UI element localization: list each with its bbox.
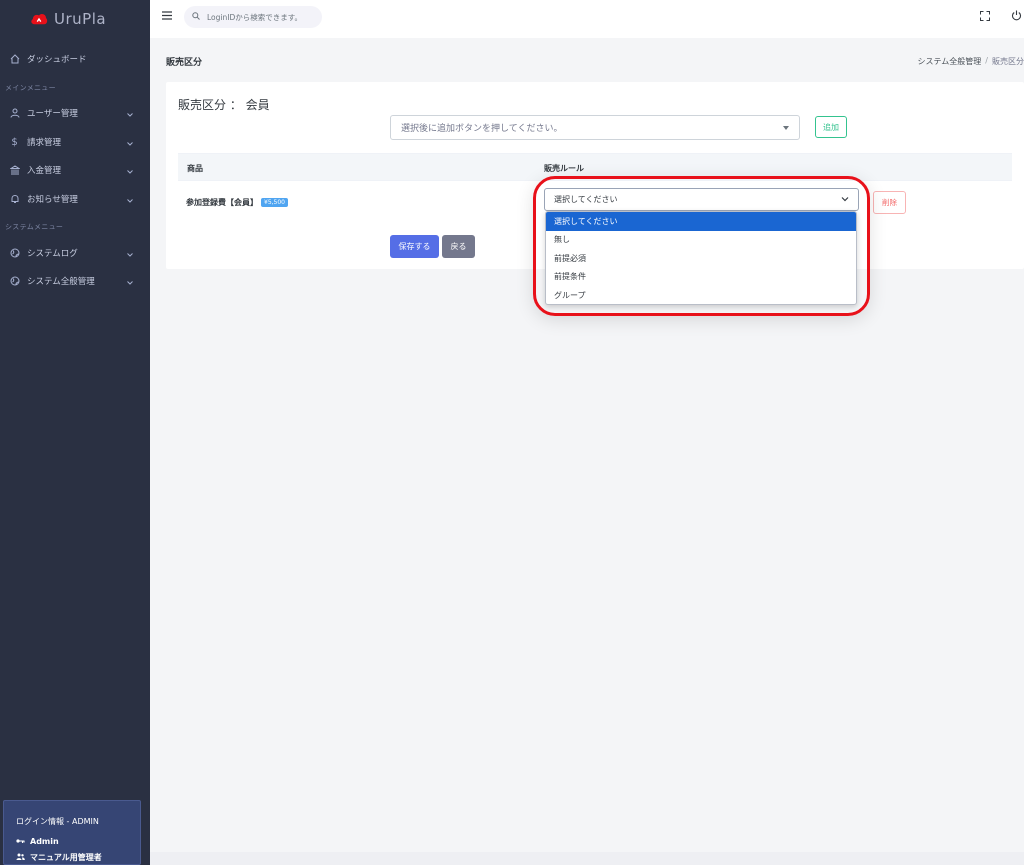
login-user-row: Admin: [16, 837, 59, 846]
card-title: 販売区分 ： 会員: [178, 98, 270, 112]
add-button[interactable]: 追加: [815, 116, 847, 138]
sales-rule-dropdown-list: 選択してください 無し 前提必須 前提条件 グループ: [545, 211, 857, 305]
column-header-product: 商品: [187, 164, 203, 173]
login-info-panel: ログイン情報 - ADMIN Admin マニュアル用管理者: [3, 800, 141, 865]
sidebar-item-billing[interactable]: $ 請求管理: [0, 131, 150, 153]
sales-rule-select[interactable]: 選択してください: [544, 188, 859, 211]
sidebar-item-label: システムログ: [27, 249, 78, 259]
table-header: 商品 販売ルール: [178, 153, 1012, 181]
footer: [150, 852, 1024, 865]
search-input[interactable]: LoginIDから検索できます。: [184, 6, 322, 28]
caret-down-icon: [783, 126, 789, 130]
save-button[interactable]: 保存する: [390, 235, 439, 258]
chevron-down-icon: [127, 167, 133, 177]
login-role-row: マニュアル用管理者: [16, 852, 102, 863]
chevron-down-icon: [127, 110, 133, 120]
add-product-select[interactable]: 選択後に追加ボタンを押してください。: [390, 115, 800, 140]
chevron-down-icon: [127, 139, 133, 149]
key-icon: [16, 837, 25, 846]
section-main-menu: メインメニュー: [5, 84, 56, 92]
breadcrumb: システム全般管理 / 販売区分: [918, 56, 1024, 67]
column-header-sales-rule: 販売ルール: [544, 164, 584, 173]
chevron-down-icon: [127, 278, 133, 288]
bank-icon: [9, 165, 20, 176]
topbar: LoginIDから検索できます。: [150, 0, 1024, 38]
dropdown-option[interactable]: 前提条件: [546, 268, 856, 287]
cloud-logo-icon: [31, 14, 48, 25]
page-title: 販売区分: [166, 58, 203, 68]
breadcrumb-current: 販売区分: [992, 57, 1024, 66]
search-placeholder: LoginIDから検索できます。: [207, 12, 302, 22]
sidebar-item-label: ダッシュボード: [27, 55, 87, 65]
chevron-down-icon: [127, 250, 133, 260]
breadcrumb-separator: /: [985, 56, 988, 65]
sidebar-item-system-general[interactable]: システム全般管理: [0, 270, 150, 292]
hamburger-menu-icon[interactable]: [162, 11, 172, 21]
user-icon: [9, 108, 20, 119]
sidebar-item-label: 入金管理: [27, 166, 62, 176]
sidebar-item-users[interactable]: ユーザー管理: [0, 102, 150, 124]
sales-rule-value: 選択してください: [554, 195, 618, 204]
brand-name: UruPla: [54, 10, 107, 28]
delete-button[interactable]: 削除: [873, 191, 906, 214]
fullscreen-icon[interactable]: [980, 11, 990, 24]
dropdown-option[interactable]: 無し: [546, 231, 856, 250]
breadcrumb-link-system-general[interactable]: システム全般管理: [918, 56, 982, 67]
product-name: 参加登録費【会員】: [186, 198, 258, 207]
sidebar-item-system-log[interactable]: システムログ: [0, 242, 150, 264]
add-select-placeholder: 選択後に追加ボタンを押してください。: [401, 124, 563, 134]
price-badge: ¥5,500: [261, 198, 288, 207]
dropdown-option[interactable]: 選択してください: [546, 212, 856, 231]
sidebar: UruPla ダッシュボード メインメニュー ユーザー管理 $ 請求管理 入金管…: [0, 0, 150, 865]
dollar-icon: $: [11, 136, 18, 148]
sidebar-item-label: 請求管理: [27, 138, 62, 148]
sidebar-item-label: ユーザー管理: [27, 109, 78, 119]
sidebar-item-label: お知らせ管理: [27, 195, 78, 205]
back-button[interactable]: 戻る: [442, 235, 475, 258]
globe-icon: [9, 276, 20, 287]
login-info-heading: ログイン情報 - ADMIN: [16, 817, 99, 826]
dropdown-option[interactable]: グループ: [546, 286, 856, 304]
power-icon[interactable]: [1011, 10, 1022, 24]
home-icon: [9, 54, 20, 65]
sidebar-item-dashboard[interactable]: ダッシュボード: [0, 48, 150, 70]
bell-icon: [9, 194, 20, 205]
login-role: マニュアル用管理者: [30, 853, 102, 862]
sidebar-item-payments[interactable]: 入金管理: [0, 159, 150, 181]
login-user-name: Admin: [30, 837, 59, 846]
sidebar-item-label: システム全般管理: [27, 277, 95, 287]
users-icon: [16, 853, 25, 862]
search-icon: [192, 12, 200, 22]
brand-logo[interactable]: UruPla: [0, 0, 150, 38]
section-system-menu: システムメニュー: [5, 223, 64, 231]
globe-icon: [9, 248, 20, 259]
table-row-product: 参加登録費【会員】 ¥5,500: [186, 197, 288, 208]
chevron-down-icon: [127, 196, 133, 206]
chevron-down-icon: [841, 195, 849, 204]
dropdown-option[interactable]: 前提必須: [546, 249, 856, 268]
sidebar-item-notices[interactable]: お知らせ管理: [0, 188, 150, 210]
